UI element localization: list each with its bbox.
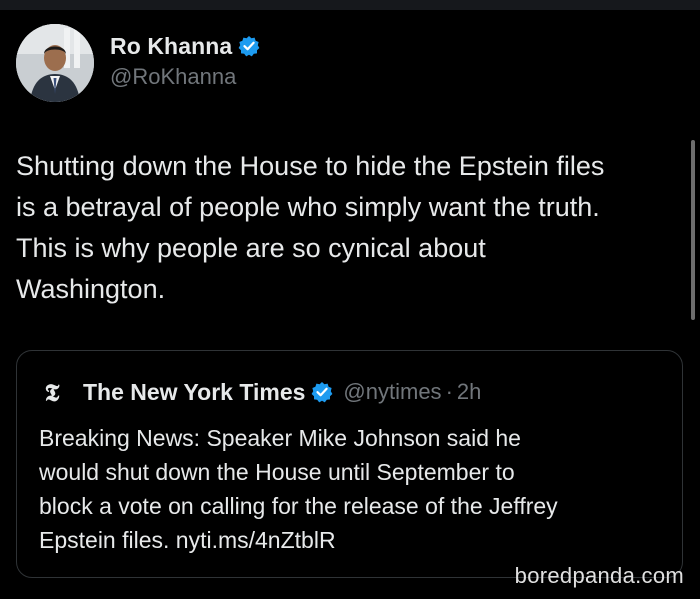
verified-badge-icon	[238, 35, 260, 57]
watermark: boredpanda.com	[514, 563, 684, 588]
author-name-row[interactable]: Ro Khanna	[110, 32, 260, 60]
avatar-photo-icon	[16, 24, 94, 102]
quoted-separator: ·	[445, 379, 453, 404]
author-avatar[interactable]	[16, 24, 94, 102]
quoted-handle[interactable]: @nytimes	[343, 379, 441, 405]
quoted-timestamp[interactable]: 2h	[457, 379, 481, 405]
quoted-display-name[interactable]: The New York Times	[83, 379, 305, 406]
quoted-tweet-text: Breaking News: Speaker Mike Johnson said…	[39, 425, 558, 553]
scrollbar-thumb[interactable]	[691, 140, 695, 320]
nyt-logo-icon: 𝕿	[44, 377, 60, 407]
quoted-tweet-card[interactable]: 𝕿 The New York Times @nytimes · 2h Break…	[16, 350, 683, 578]
author-handle[interactable]: @RoKhanna	[110, 64, 236, 90]
quoted-tweet-header: 𝕿 The New York Times @nytimes · 2h	[39, 377, 482, 407]
tweet-text: Shutting down the House to hide the Epst…	[16, 151, 605, 304]
author-display-name[interactable]: Ro Khanna	[110, 33, 232, 60]
quoted-verified-badge-icon	[311, 381, 333, 403]
top-edge-strip	[0, 0, 700, 10]
